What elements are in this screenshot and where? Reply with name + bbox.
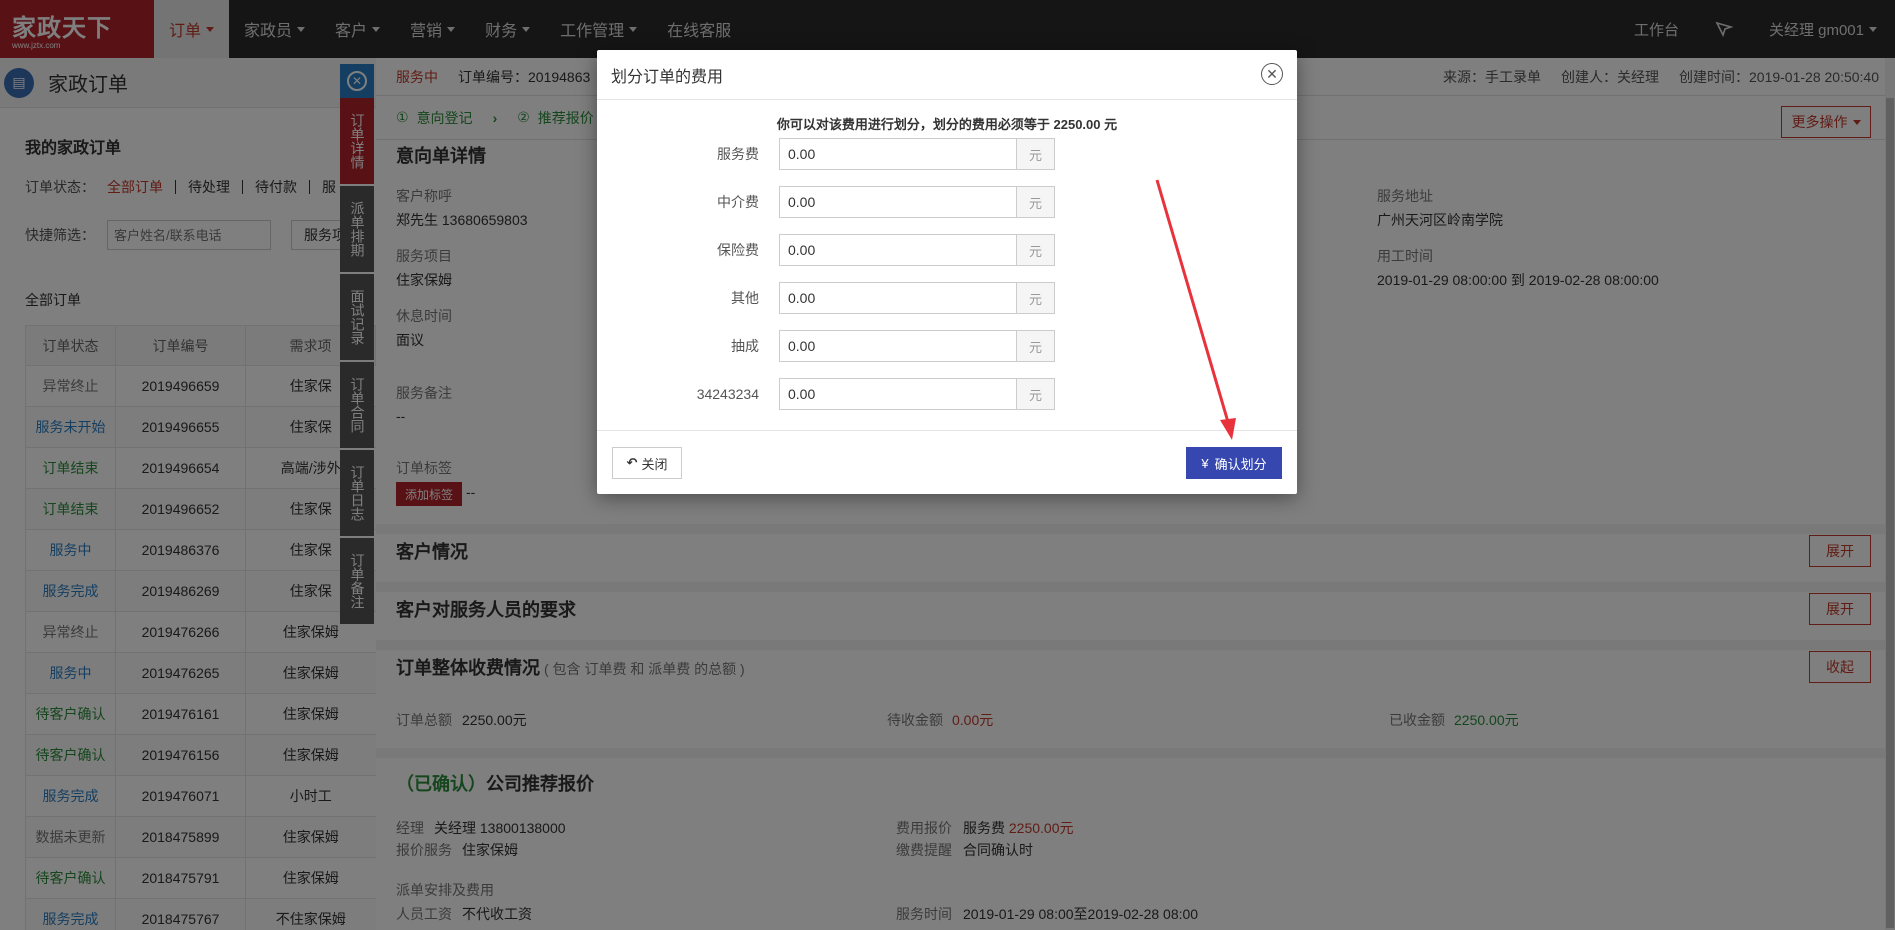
confirm-button-label: 确认划分 xyxy=(1214,456,1267,472)
fee-input[interactable] xyxy=(779,186,1017,218)
dialog-hint: 你可以对该费用进行划分，划分的费用必须等于 2250.00 元 xyxy=(776,117,1118,132)
fee-label: 服务费 xyxy=(717,146,759,162)
dialog-title: 划分订单的费用 xyxy=(597,50,1297,100)
close-button[interactable]: ↶ 关闭 xyxy=(612,447,682,479)
fee-row: 服务费 元 xyxy=(597,138,1297,170)
fee-label: 其他 xyxy=(731,290,759,306)
fee-row: 34243234 元 xyxy=(597,378,1297,410)
dialog-footer: ↶ 关闭 ¥ 确认划分 xyxy=(597,430,1297,494)
fee-input[interactable] xyxy=(779,282,1017,314)
split-fee-dialog: 划分订单的费用 ✕ 你可以对该费用进行划分，划分的费用必须等于 2250.00 … xyxy=(597,50,1297,494)
unit-addon: 元 xyxy=(1017,138,1055,170)
fee-label: 保险费 xyxy=(717,242,759,258)
fee-row: 其他 元 xyxy=(597,282,1297,314)
yen-icon: ¥ xyxy=(1201,455,1209,471)
undo-icon: ↶ xyxy=(626,455,638,470)
unit-addon: 元 xyxy=(1017,186,1055,218)
fee-row: 保险费 元 xyxy=(597,234,1297,266)
close-button-label: 关闭 xyxy=(641,456,668,472)
fee-input[interactable] xyxy=(779,234,1017,266)
fee-input[interactable] xyxy=(779,138,1017,170)
fee-label: 抽成 xyxy=(731,338,759,354)
fee-input[interactable] xyxy=(779,330,1017,362)
unit-addon: 元 xyxy=(1017,234,1055,266)
fee-label: 34243234 xyxy=(696,386,759,402)
fee-input[interactable] xyxy=(779,378,1017,410)
unit-addon: 元 xyxy=(1017,378,1055,410)
unit-addon: 元 xyxy=(1017,330,1055,362)
fee-row: 抽成 元 xyxy=(597,330,1297,362)
fee-row: 中介费 元 xyxy=(597,186,1297,218)
unit-addon: 元 xyxy=(1017,282,1055,314)
confirm-split-button[interactable]: ¥ 确认划分 xyxy=(1186,447,1282,479)
dialog-close-icon[interactable]: ✕ xyxy=(1261,63,1283,85)
fee-label: 中介费 xyxy=(717,194,759,210)
